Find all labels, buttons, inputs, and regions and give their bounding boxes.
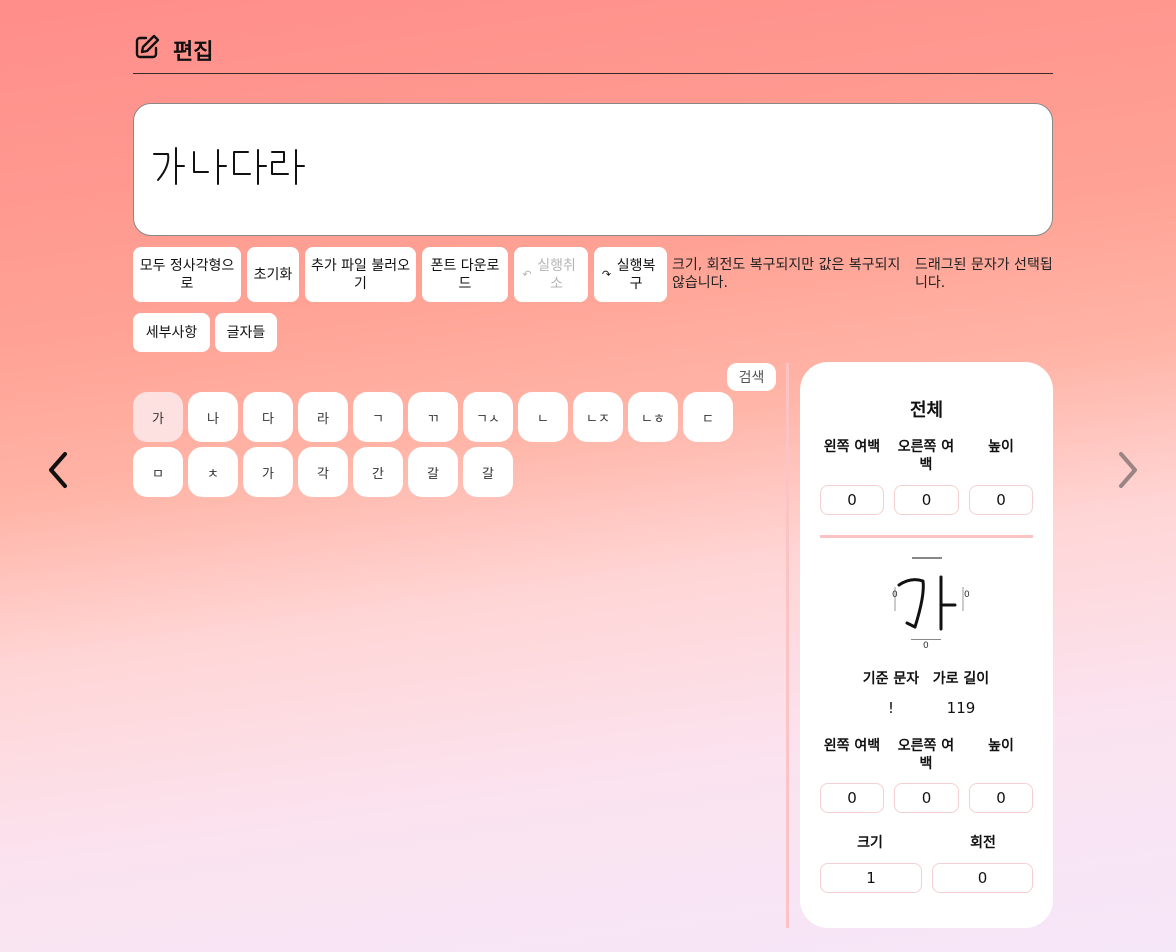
right-handle-value: 0 (964, 590, 970, 600)
search-button[interactable]: 검색 (727, 363, 776, 391)
undo-note: 크기, 회전도 복구되지만 값은 복구되지 않습니다. (672, 257, 901, 291)
glyph-cell[interactable]: 가 (243, 447, 293, 497)
glyph-cell[interactable]: 다 (243, 392, 293, 442)
glyph-cell[interactable]: ㄴㅎ (628, 392, 678, 442)
load-extra-file-button[interactable]: 추가 파일 불러오기 (305, 247, 416, 302)
overall-title: 전체 (909, 400, 944, 421)
tab-glyphs[interactable]: 글자들 (215, 313, 277, 352)
height-handle[interactable] (912, 557, 942, 559)
bottom-handle-value: 0 (923, 641, 929, 651)
drag-note: 드래그된 문자가 선택됩니다. (915, 257, 1053, 291)
overall-right-margin-input[interactable]: 0 (894, 485, 959, 515)
undo-icon: ↶ (522, 267, 532, 281)
overall-left-margin-input[interactable]: 0 (820, 485, 884, 515)
panel-divider (786, 363, 789, 928)
all-square-button[interactable]: 모두 정사각형으로 (133, 247, 241, 302)
glyph-left-margin-input[interactable]: 0 (820, 783, 884, 813)
section-divider (820, 535, 1033, 538)
glyph-height-label: 높이 (988, 738, 1014, 754)
glyph-cell[interactable]: ㄷ (683, 392, 733, 442)
glyph-cell[interactable]: 갈 (408, 447, 458, 497)
height-label: 높이 (988, 439, 1014, 455)
overall-height-input[interactable]: 0 (969, 485, 1033, 515)
undo-label: 실행취소 (537, 257, 576, 292)
glyph-preview-svg (894, 575, 964, 631)
left-handle-value: 0 (892, 590, 898, 600)
right-margin-label: 오른쪽 여백 (897, 439, 955, 473)
size-label: 크기 (857, 835, 883, 851)
download-font-button[interactable]: 폰트 다운로드 (422, 247, 508, 302)
size-input[interactable]: 1 (820, 863, 922, 893)
page-title: 편집 (173, 40, 214, 65)
font-preview-box[interactable] (133, 103, 1053, 236)
glyph-right-margin-label: 오른쪽 여백 (897, 738, 955, 772)
glyph-cell[interactable]: ㄲ (408, 392, 458, 442)
glyph-height-input[interactable]: 0 (969, 783, 1033, 813)
redo-icon: ↷ (601, 267, 612, 281)
glyph-cell[interactable]: ㄴ (518, 392, 568, 442)
chevron-right-icon[interactable] (1113, 450, 1143, 490)
left-margin-label: 왼쪽 여백 (823, 439, 881, 455)
glyph-cell[interactable]: 갈 (463, 447, 513, 497)
tab-details[interactable]: 세부사항 (133, 313, 210, 352)
glyph-cell[interactable]: ㅁ (133, 447, 183, 497)
reset-button[interactable]: 초기화 (247, 247, 299, 302)
editor-header: 편집 (133, 30, 1053, 74)
glyph-cell[interactable]: 간 (353, 447, 403, 497)
glyph-cell[interactable]: ㅊ (188, 447, 238, 497)
rotate-label: 회전 (970, 835, 996, 851)
glyph-left-margin-label: 왼쪽 여백 (823, 738, 881, 754)
width-label: 가로 길이 (932, 671, 990, 687)
glyph-cell[interactable]: ㄱ (353, 392, 403, 442)
rotate-input[interactable]: 0 (932, 863, 1033, 893)
glyph-cell[interactable]: 라 (298, 392, 348, 442)
chevron-left-icon[interactable] (43, 450, 73, 490)
baseline-handle[interactable] (911, 639, 941, 640)
undo-button[interactable]: ↶ 실행취소 (514, 247, 588, 302)
handwriting-preview (153, 147, 305, 185)
width-value: 119 (946, 699, 976, 717)
redo-label: 실행복구 (616, 257, 656, 292)
glyph-cell[interactable]: ㄴㅈ (573, 392, 623, 442)
settings-panel: 전체 왼쪽 여백 오른쪽 여백 높이 0 0 0 0 0 0 기준 문자 가로 … (800, 362, 1053, 928)
glyph-editor[interactable]: 0 0 0 (885, 555, 970, 651)
glyph-cell[interactable]: 나 (188, 392, 238, 442)
glyph-cell[interactable]: 가 (133, 392, 183, 442)
glyph-cell[interactable]: 각 (298, 447, 348, 497)
edit-icon (135, 34, 160, 59)
glyph-cell[interactable]: ㄱㅅ (463, 392, 513, 442)
redo-button[interactable]: ↷ 실행복구 (594, 247, 667, 302)
base-char-value: ! (887, 699, 894, 717)
base-char-label: 기준 문자 (862, 671, 920, 687)
glyph-right-margin-input[interactable]: 0 (894, 783, 959, 813)
